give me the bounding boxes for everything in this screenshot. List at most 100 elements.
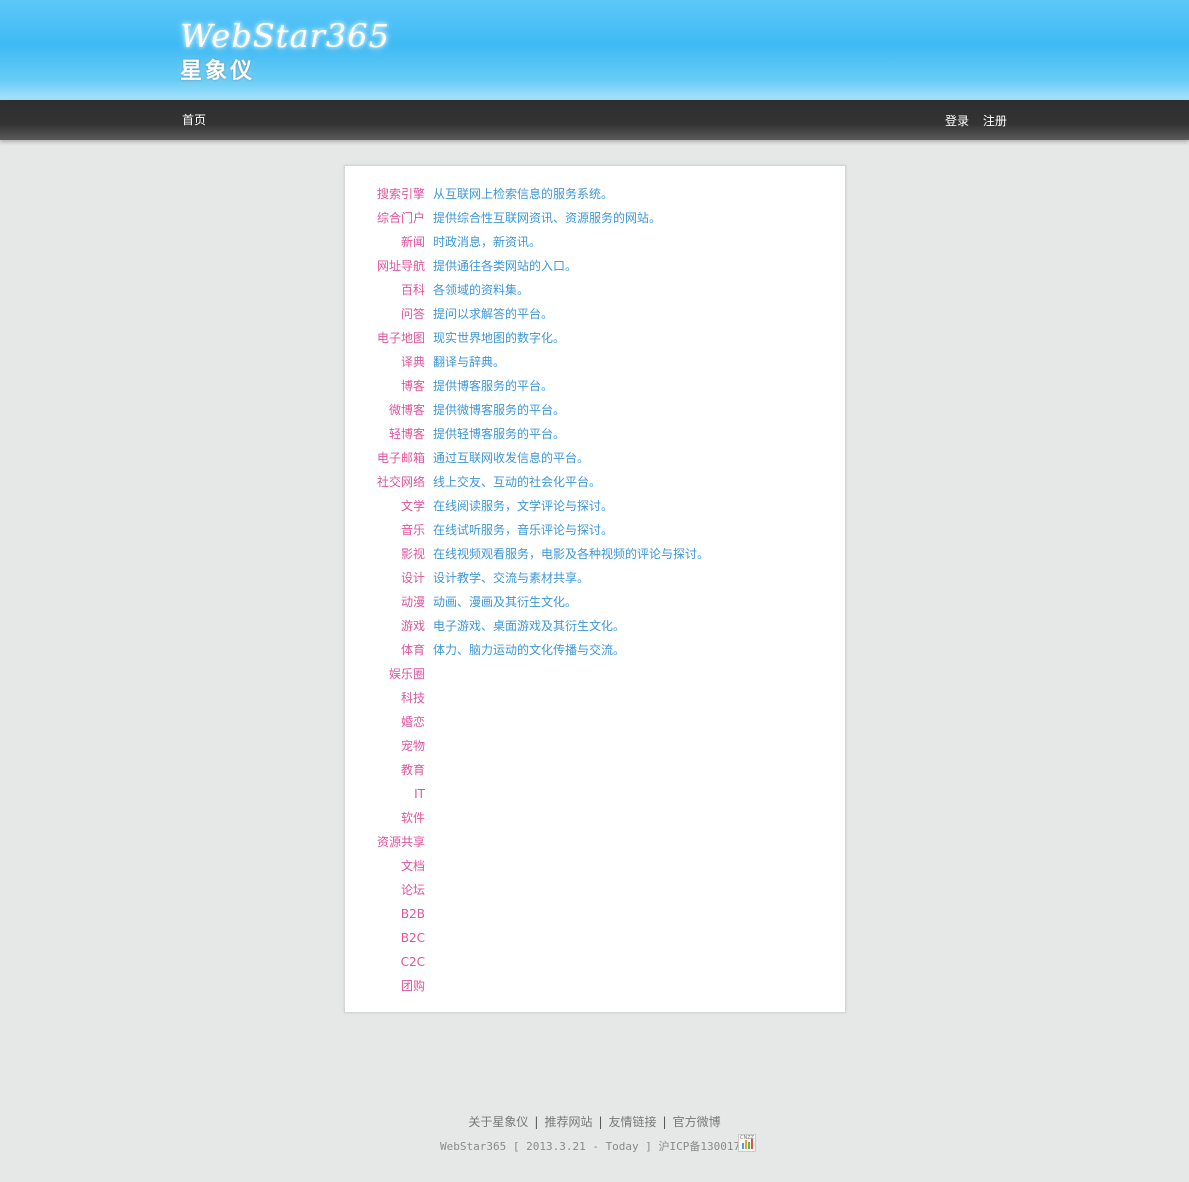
category-link[interactable]: 电子地图 (345, 326, 425, 350)
category-link[interactable]: 轻博客 (345, 422, 425, 446)
category-description: 翻译与辞典。 (433, 355, 506, 369)
category-link[interactable]: 团购 (345, 974, 425, 998)
category-description: 通过互联网收发信息的平台。 (433, 451, 590, 465)
category-link[interactable]: 宠物 (345, 734, 425, 758)
category-description: 提供博客服务的平台。 (433, 379, 554, 393)
category-link[interactable]: 综合门户 (345, 206, 425, 230)
category-link[interactable]: 设计 (345, 566, 425, 590)
stats-bar-icon (742, 1143, 744, 1149)
category-row: 电子地图 现实世界地图的数字化。 (345, 326, 845, 350)
category-link[interactable]: 体育 (345, 638, 425, 662)
category-description: 设计教学、交流与素材共享。 (433, 571, 590, 585)
category-description: 提供微博客服务的平台。 (433, 403, 566, 417)
stats-bar-icon (745, 1140, 747, 1149)
category-link[interactable]: 搜索引擎 (345, 182, 425, 206)
category-row: 设计 设计教学、交流与素材共享。 (345, 566, 845, 590)
category-row: 文档 (345, 854, 845, 878)
category-link[interactable]: 娱乐圈 (345, 662, 425, 686)
category-row: 音乐 在线试听服务，音乐评论与探讨。 (345, 518, 845, 542)
category-row: 问答 提问以求解答的平台。 (345, 302, 845, 326)
category-description: 提问以求解答的平台。 (433, 307, 554, 321)
nav-account-links: 登录 注册 (945, 112, 1017, 129)
category-link[interactable]: 论坛 (345, 878, 425, 902)
category-row: C2C (345, 950, 845, 974)
category-link[interactable]: 微博客 (345, 398, 425, 422)
category-row: 论坛 (345, 878, 845, 902)
category-description: 动画、漫画及其衍生文化。 (433, 595, 578, 609)
category-link[interactable]: 教育 (345, 758, 425, 782)
category-link[interactable]: 文学 (345, 494, 425, 518)
category-row: 体育 体力、脑力运动的文化传播与交流。 (345, 638, 845, 662)
footer-copyright: WebStar365 [ 2013.3.21 - Today ] 沪ICP备13… (440, 1140, 754, 1153)
category-row: 文学 在线阅读服务，文学评论与探讨。 (345, 494, 845, 518)
category-link[interactable]: 新闻 (345, 230, 425, 254)
category-link[interactable]: 动漫 (345, 590, 425, 614)
category-link[interactable]: 博客 (345, 374, 425, 398)
category-description: 电子游戏、桌面游戏及其衍生文化。 (433, 619, 626, 633)
category-description: 从互联网上检索信息的服务系统。 (433, 187, 614, 201)
category-link[interactable]: 文档 (345, 854, 425, 878)
logo-english: WebStar365 (180, 17, 390, 55)
category-description: 在线试听服务，音乐评论与探讨。 (433, 523, 614, 537)
category-row: 搜索引擎 从互联网上检索信息的服务系统。 (345, 182, 845, 206)
category-row: 宠物 (345, 734, 845, 758)
category-panel: 搜索引擎 从互联网上检索信息的服务系统。 综合门户 提供综合性互联网资讯、资源服务的网… (344, 165, 846, 1013)
category-row: 译典 翻译与辞典。 (345, 350, 845, 374)
main-navbar: 首页 登录 注册 (0, 100, 1189, 140)
category-row: B2B (345, 902, 845, 926)
category-link[interactable]: 电子邮箱 (345, 446, 425, 470)
nav-home-link[interactable]: 首页 (182, 111, 206, 128)
category-description: 时政消息，新资讯。 (433, 235, 542, 249)
category-link[interactable]: 百科 (345, 278, 425, 302)
category-link[interactable]: 网址导航 (345, 254, 425, 278)
login-link[interactable]: 登录 (945, 114, 969, 128)
category-row: 社交网络 线上交友、互动的社会化平台。 (345, 470, 845, 494)
footer-link[interactable]: 官方微博 (673, 1115, 721, 1129)
site-header: WebStar365 星象仪 (0, 0, 1189, 100)
category-row: 动漫 动画、漫画及其衍生文化。 (345, 590, 845, 614)
category-link[interactable]: 译典 (345, 350, 425, 374)
footer-link[interactable]: 友情链接 (609, 1115, 657, 1129)
category-row: 教育 (345, 758, 845, 782)
category-description: 线上交友、互动的社会化平台。 (433, 475, 602, 489)
category-link[interactable]: 游戏 (345, 614, 425, 638)
category-description: 提供综合性互联网资讯、资源服务的网站。 (433, 211, 662, 225)
category-row: 轻博客 提供轻博客服务的平台。 (345, 422, 845, 446)
register-link[interactable]: 注册 (983, 114, 1007, 128)
category-link[interactable]: IT (345, 782, 425, 806)
category-row: 百科 各领域的资料集。 (345, 278, 845, 302)
category-link[interactable]: 问答 (345, 302, 425, 326)
category-link[interactable]: B2B (345, 902, 425, 926)
category-row: B2C (345, 926, 845, 950)
stats-bar-icon (748, 1142, 750, 1149)
category-row: 电子邮箱 通过互联网收发信息的平台。 (345, 446, 845, 470)
category-link[interactable]: B2C (345, 926, 425, 950)
footer-separator: | (662, 1115, 667, 1129)
category-description: 各领域的资料集。 (433, 283, 530, 297)
category-row: 婚恋 (345, 710, 845, 734)
footer-link[interactable]: 关于星象仪 (468, 1115, 528, 1129)
category-link[interactable]: C2C (345, 950, 425, 974)
category-row: IT (345, 782, 845, 806)
logo-chinese: 星象仪 (180, 59, 256, 84)
category-description: 提供通往各类网站的入口。 (433, 259, 578, 273)
category-link[interactable]: 音乐 (345, 518, 425, 542)
category-row: 团购 (345, 974, 845, 998)
category-row: 博客 提供博客服务的平台。 (345, 374, 845, 398)
category-description: 在线阅读服务，文学评论与探讨。 (433, 499, 614, 513)
category-link[interactable]: 婚恋 (345, 710, 425, 734)
stats-bar-icon (751, 1139, 753, 1149)
category-row: 综合门户 提供综合性互联网资讯、资源服务的网站。 (345, 206, 845, 230)
site-logo[interactable]: WebStar365 星象仪 (180, 14, 390, 86)
footer-link[interactable]: 推荐网站 (544, 1115, 592, 1129)
cnzz-stats-icon[interactable]: CNZZ (738, 1134, 756, 1152)
category-row: 微博客 提供微博客服务的平台。 (345, 398, 845, 422)
category-link[interactable]: 科技 (345, 686, 425, 710)
category-link[interactable]: 影视 (345, 542, 425, 566)
category-description: 体力、脑力运动的文化传播与交流。 (433, 643, 626, 657)
category-link[interactable]: 资源共享 (345, 830, 425, 854)
category-link[interactable]: 社交网络 (345, 470, 425, 494)
category-link[interactable]: 软件 (345, 806, 425, 830)
category-row: 影视 在线视频观看服务，电影及各种视频的评论与探讨。 (345, 542, 845, 566)
category-list: 搜索引擎 从互联网上检索信息的服务系统。 综合门户 提供综合性互联网资讯、资源服务的网… (345, 182, 845, 998)
